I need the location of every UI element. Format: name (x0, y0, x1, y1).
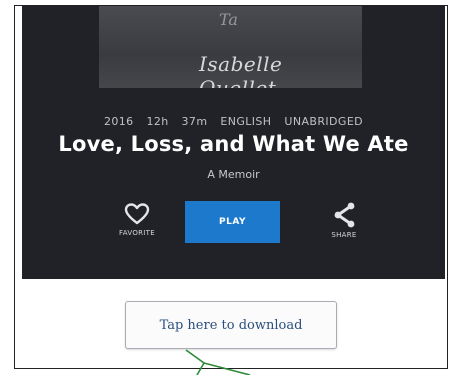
annotation-arrow-icon (185, 349, 251, 375)
